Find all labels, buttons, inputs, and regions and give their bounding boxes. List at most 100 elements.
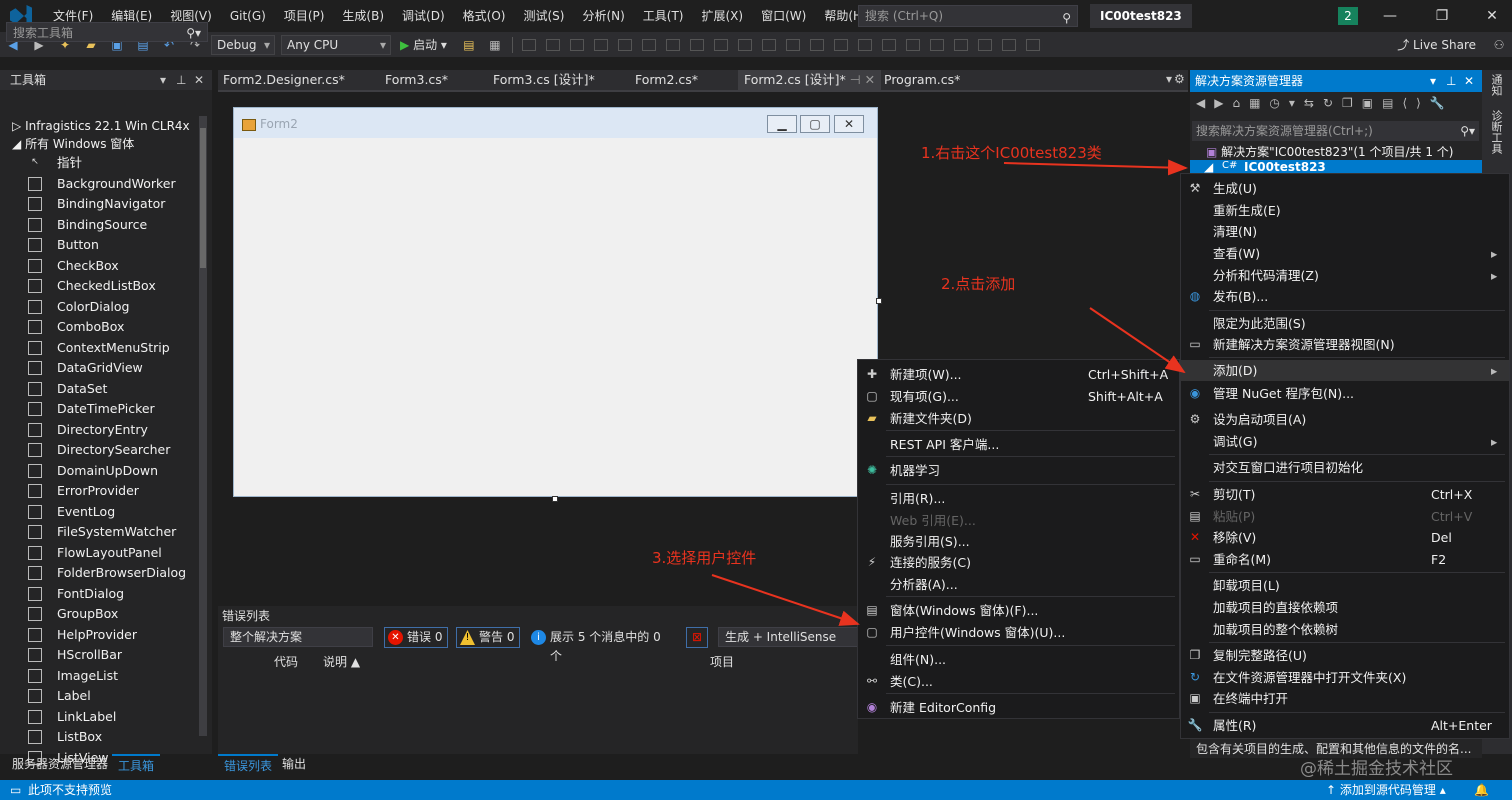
toolbox-item[interactable]: GroupBox — [0, 604, 198, 624]
context_menu-item-18[interactable]: 加载项目的直接依赖项 — [1181, 597, 1509, 618]
context_menu-item-22[interactable]: ▣ 在终端中打开 — [1181, 688, 1509, 709]
account-icon[interactable]: ⚇ — [1491, 37, 1507, 53]
context_menu-item-7[interactable]: ▭ 新建解决方案资源管理器视图(N) — [1181, 334, 1509, 355]
column-code[interactable]: 代码 — [274, 652, 298, 672]
context_menu-item-16[interactable]: ▭ 重命名(M) F2 — [1181, 549, 1509, 570]
menu-item-7[interactable]: 格式(O) — [454, 9, 515, 23]
menu-item-0[interactable]: 文件(F) — [44, 9, 102, 23]
add_menu-item-1[interactable]: ▢ 现有项(G)... Shift+Alt+A — [858, 386, 1179, 407]
toolbox-item[interactable]: HScrollBar — [0, 645, 198, 665]
add_menu-item-11[interactable]: ▢ 用户控件(Windows 窗体)(U)... — [858, 622, 1179, 643]
vspace-equal-icon[interactable] — [833, 38, 848, 51]
toolbox-item[interactable]: ErrorProvider — [0, 481, 198, 501]
toolbox-item[interactable]: DirectorySearcher — [0, 440, 198, 460]
menu-item-12[interactable]: 窗口(W) — [752, 9, 815, 23]
browser-icon[interactable]: ▤ — [461, 37, 477, 53]
restore-icon[interactable]: ❐ — [1432, 6, 1452, 26]
toolbox-item[interactable]: Label — [0, 686, 198, 706]
tab-close-icon[interactable]: ⊣ ✕ — [846, 72, 875, 87]
add_menu-item-0[interactable]: ✚ 新建项(W)... Ctrl+Shift+A — [858, 364, 1179, 385]
toolbox-item[interactable]: EventLog — [0, 502, 198, 522]
filter-clear-icon[interactable]: ⊠ — [686, 627, 708, 648]
solution-explorer-toolbar[interactable]: ◀▶⌂▦◷▾⇆↻❐▣▤⟨⟩🔧 — [1196, 96, 1454, 110]
hspace-equal-icon[interactable] — [761, 38, 776, 51]
align-center-icon[interactable] — [545, 38, 560, 51]
context_menu-item-20[interactable]: ❐ 复制完整路径(U) — [1181, 645, 1509, 666]
vspace-dec-icon[interactable] — [881, 38, 896, 51]
toolbox-group-windows-forms[interactable]: ◢ 所有 Windows 窗体 — [12, 134, 134, 154]
toolbox-item[interactable]: FolderBrowserDialog — [0, 563, 198, 583]
context_menu-item-10[interactable]: ⚙ 设为启动项目(A) — [1181, 409, 1509, 430]
close-icon[interactable]: ✕ — [1464, 70, 1474, 92]
tab-order-icon[interactable] — [1001, 38, 1016, 51]
dropdown-icon[interactable]: ▾ — [160, 70, 166, 90]
context_menu-item-3[interactable]: 查看(W) ▸ — [1181, 243, 1509, 264]
menu-item-4[interactable]: 项目(P) — [275, 9, 334, 23]
center-v-icon[interactable] — [929, 38, 944, 51]
context_menu-item-6[interactable]: 限定为此范围(S) — [1181, 313, 1509, 334]
add_menu-item-12[interactable]: 组件(N)... — [858, 649, 1179, 670]
align-top-icon[interactable] — [593, 38, 608, 51]
layout-icon[interactable]: ▦ — [487, 37, 503, 53]
tab-dropdown-icon[interactable]: ▾ — [1166, 72, 1172, 86]
context_menu-item-9[interactable]: ◉ 管理 NuGet 程序包(N)... — [1181, 383, 1509, 404]
align-middle-icon[interactable] — [617, 38, 632, 51]
context_menu-item-4[interactable]: 分析和代码清理(Z) ▸ — [1181, 265, 1509, 286]
center-h-icon[interactable] — [905, 38, 920, 51]
bell-icon[interactable]: 🔔 — [1474, 780, 1489, 800]
resize-handle-bottom[interactable] — [552, 496, 558, 502]
solution-node[interactable]: ▣ 解决方案"IC00test823"(1 个项目/共 1 个) — [1206, 143, 1453, 161]
toolbox-item[interactable]: Button — [0, 235, 198, 255]
menu-item-10[interactable]: 工具(T) — [634, 9, 693, 23]
column-project[interactable]: 项目 — [710, 652, 734, 672]
toolbox-item[interactable]: BindingSource — [0, 215, 198, 235]
close-icon[interactable]: ✕ — [194, 70, 204, 90]
vspace-inc-icon[interactable] — [857, 38, 872, 51]
pin-icon[interactable]: ⊥ — [176, 70, 186, 90]
menu-item-5[interactable]: 生成(B) — [333, 9, 393, 23]
menu-item-6[interactable]: 调试(D) — [393, 9, 454, 23]
toolbox-item[interactable]: BackgroundWorker — [0, 174, 198, 194]
toolbox-item[interactable]: DateTimePicker — [0, 399, 198, 419]
toolbox-item[interactable]: DataSet — [0, 379, 198, 399]
menu-item-3[interactable]: Git(G) — [221, 9, 275, 23]
pin-icon[interactable]: ⊥ — [1446, 70, 1456, 92]
minimize-icon[interactable]: — — [1380, 6, 1400, 26]
start-button[interactable]: ▶ 启动 ▾ — [400, 36, 447, 53]
errors-filter-button[interactable]: ✕ 错误 0 — [384, 627, 448, 648]
context_menu-item-8[interactable]: 添加(D) ▸ — [1181, 360, 1509, 381]
tab-toolbox[interactable]: 工具箱 — [112, 754, 161, 774]
add_menu-item-3[interactable]: REST API 客户端... — [858, 434, 1179, 455]
add_menu-item-4[interactable]: ✺ 机器学习 — [858, 460, 1179, 481]
search-input[interactable]: 搜索 (Ctrl+Q) ⚲ — [858, 5, 1078, 27]
lock-controls-icon[interactable] — [1025, 38, 1040, 51]
doc-tab-0[interactable]: Form2.Designer.cs* — [223, 70, 345, 90]
doc-tab-3[interactable]: Form2.cs* — [635, 70, 698, 90]
toolbox-item[interactable]: ImageList — [0, 666, 198, 686]
add_menu-item-5[interactable]: 引用(R)... — [858, 488, 1179, 509]
dropdown-icon[interactable]: ▾ — [1430, 70, 1436, 92]
warnings-filter-button[interactable]: ! 警告 0 — [456, 627, 520, 648]
toolbox-item[interactable]: BindingNavigator — [0, 194, 198, 214]
toolbox-item[interactable]: CheckBox — [0, 256, 198, 276]
align-bottom-icon[interactable] — [641, 38, 656, 51]
toolbox-item[interactable]: LinkLabel — [0, 707, 198, 727]
menu-item-9[interactable]: 分析(N) — [573, 9, 633, 23]
error-scope-select[interactable]: 整个解决方案 — [223, 627, 373, 647]
form2-window[interactable]: Form2 ▁ ▢ ✕ — [233, 107, 878, 497]
source-control-button[interactable]: ↑ 添加到源代码管理 ▴ — [1326, 780, 1446, 800]
context_menu-item-1[interactable]: 重新生成(E) — [1181, 200, 1509, 221]
add_menu-item-9[interactable]: 分析器(A)... — [858, 574, 1179, 595]
add_menu-item-8[interactable]: ⚡ 连接的服务(C) — [858, 552, 1179, 573]
context_menu-item-11[interactable]: 调试(G) ▸ — [1181, 431, 1509, 452]
grid-align-icon[interactable] — [737, 38, 752, 51]
add_menu-item-10[interactable]: ▤ 窗体(Windows 窗体)(F)... — [858, 600, 1179, 621]
add_menu-item-14[interactable]: ◉ 新建 EditorConfig — [858, 697, 1179, 718]
toolbox-item[interactable]: FileSystemWatcher — [0, 522, 198, 542]
close-icon[interactable]: ✕ — [1482, 6, 1502, 26]
add_menu-item-7[interactable]: 服务引用(S)... — [858, 531, 1179, 552]
same-size-icon[interactable] — [713, 38, 728, 51]
hspace-dec-icon[interactable] — [809, 38, 824, 51]
send-back-icon[interactable] — [977, 38, 992, 51]
add_menu-item-13[interactable]: ⚯ 类(C)... — [858, 671, 1179, 692]
